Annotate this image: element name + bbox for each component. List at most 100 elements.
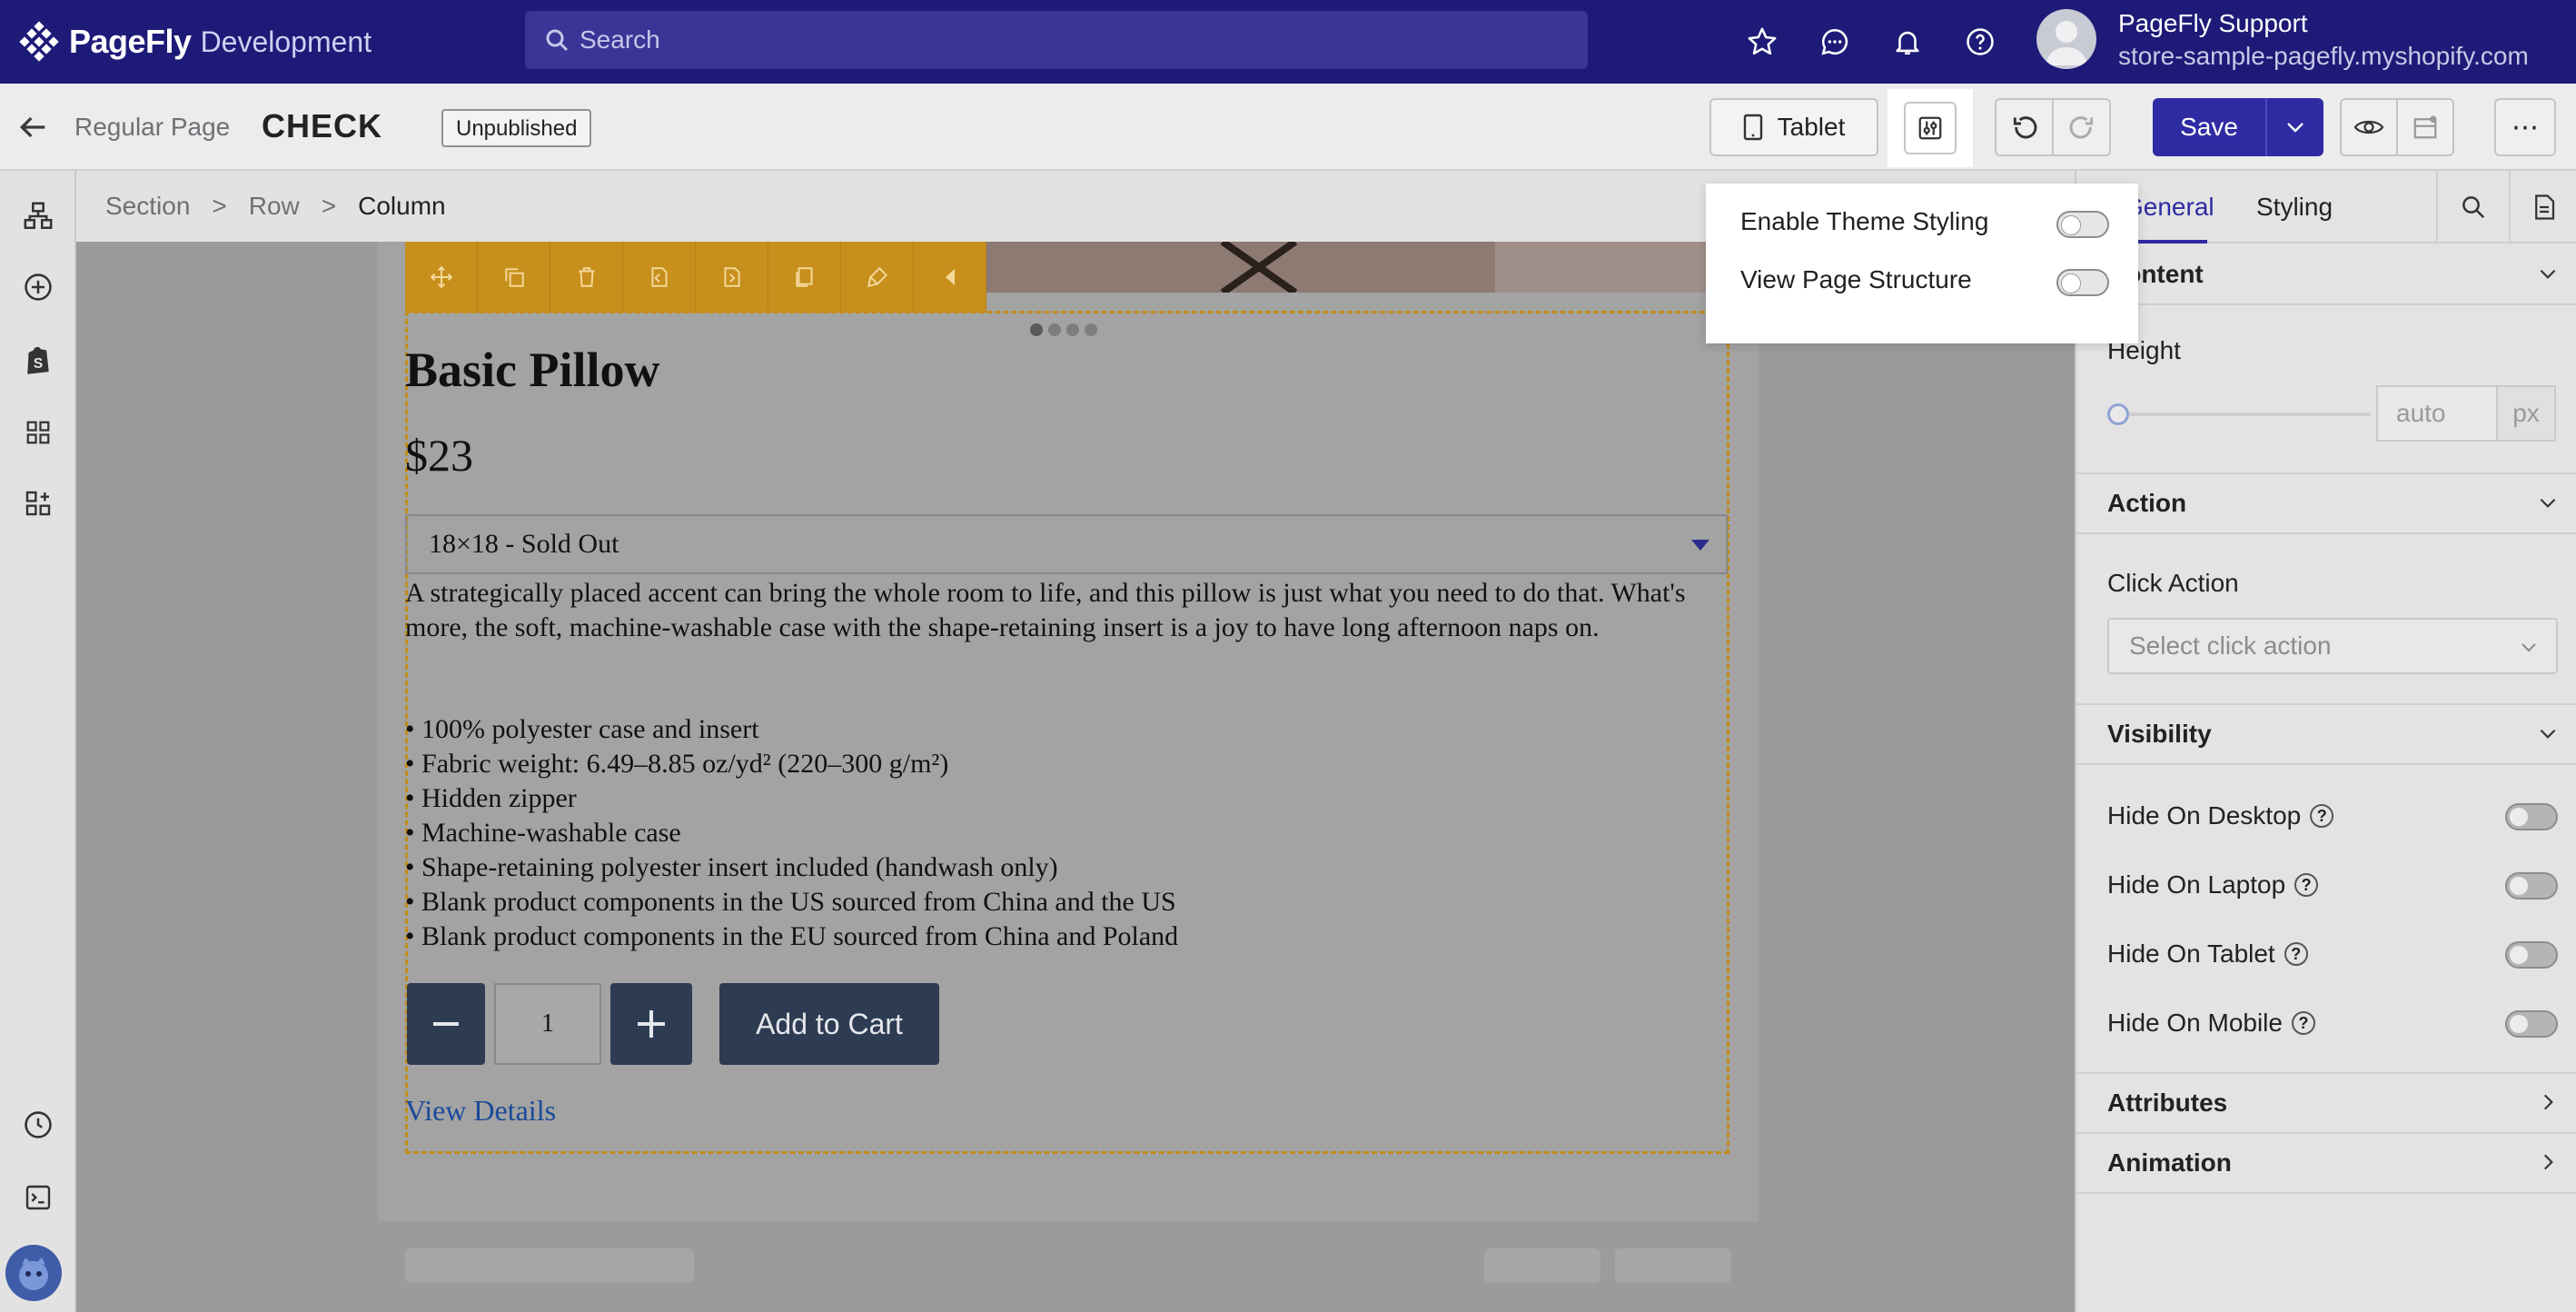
height-slider-handle[interactable] [2107, 403, 2129, 425]
action-heading: Action [2107, 489, 2187, 517]
properties-panel: General Styling Content Height auto px A… [2075, 171, 2576, 1312]
save-options-chevron-down-icon[interactable] [2267, 98, 2323, 156]
pagefly-logo-icon [19, 21, 59, 62]
hide-on-desktop-label: Hide On Desktop [2107, 801, 2302, 830]
variant-value: 18×18 - Sold Out [429, 529, 619, 559]
hide-on-mobile-toggle[interactable] [2505, 1010, 2558, 1038]
breadcrumb-item-column[interactable]: Column [358, 192, 445, 221]
paint-style-icon[interactable] [841, 242, 914, 313]
product-description[interactable]: A strategically placed accent can bring … [405, 576, 1731, 645]
hide-on-tablet-toggle[interactable] [2505, 941, 2558, 969]
variant-select[interactable]: 18×18 - Sold Out [405, 514, 1728, 574]
chat-icon[interactable] [1817, 24, 1853, 60]
duplicate-icon[interactable] [478, 242, 550, 313]
divider [2076, 303, 2576, 305]
list-item: • Fabric weight: 6.49–8.85 oz/yd² (220–3… [405, 749, 949, 779]
editor-canvas[interactable]: Basic Pillow $23 18×18 - Sold Out A stra… [78, 242, 2075, 1312]
view-page-structure-label: View Page Structure [1740, 265, 1972, 293]
help-circle-icon[interactable]: ? [2284, 942, 2308, 966]
move-icon[interactable] [405, 242, 478, 313]
preview-group [2340, 98, 2454, 156]
height-slider-track[interactable] [2113, 412, 2371, 416]
divider [2076, 1192, 2576, 1194]
environment-name: Development [200, 25, 372, 58]
page-type: Regular Page [74, 113, 231, 141]
chevron-right-icon [2543, 1094, 2553, 1110]
history-clock-icon[interactable] [16, 1103, 60, 1147]
list-item: • Shape-retaining polyester insert inclu… [405, 852, 1058, 882]
device-label: Tablet [1777, 113, 1846, 141]
user-store[interactable]: store-sample-pagefly.myshopify.com [2118, 42, 2529, 71]
placeholder-bar [405, 1248, 694, 1283]
height-input[interactable]: auto [2376, 385, 2498, 442]
panel-page-icon[interactable] [2509, 171, 2576, 244]
section-header-animation[interactable]: Animation [2076, 1134, 2576, 1192]
section-header-content[interactable]: Content [2076, 245, 2576, 303]
redo-button[interactable] [2052, 100, 2109, 154]
chevron-down-icon [2522, 643, 2536, 652]
back-arrow-icon[interactable] [15, 109, 51, 145]
user-name[interactable]: PageFly Support [2118, 9, 2308, 38]
help-circle-icon[interactable]: ? [2294, 873, 2319, 897]
view-details-link[interactable]: View Details [405, 1094, 556, 1128]
quantity-input[interactable]: 1 [494, 983, 601, 1065]
help-circle-icon[interactable]: ? [2310, 804, 2334, 828]
hide-on-desktop-toggle[interactable] [2505, 803, 2558, 830]
chevron-down-icon [2540, 498, 2556, 508]
add-to-cart-button[interactable]: Add to Cart [719, 983, 939, 1065]
code-terminal-icon[interactable] [16, 1176, 60, 1219]
shopify-icon[interactable]: S [16, 338, 60, 382]
section-header-action[interactable]: Action [2076, 474, 2576, 532]
section-header-visibility[interactable]: Visibility [2076, 705, 2576, 763]
animation-heading: Animation [2107, 1148, 2232, 1177]
page-title[interactable]: CHECK [262, 107, 382, 145]
page-structure-icon[interactable] [16, 194, 60, 238]
height-unit[interactable]: px [2496, 385, 2556, 442]
search-input[interactable]: Search [525, 11, 1588, 69]
quantity-increase-button[interactable] [610, 983, 692, 1065]
undo-button[interactable] [1996, 100, 2052, 154]
left-sidebar: S [0, 171, 76, 1312]
product-title[interactable]: Basic Pillow [405, 342, 660, 398]
view-page-structure-toggle[interactable] [2056, 269, 2109, 296]
top-bar: PageFly Development Search PageFly Suppo… [0, 0, 2576, 84]
delete-icon[interactable] [550, 242, 623, 313]
breadcrumb-item-section[interactable]: Section [105, 192, 190, 221]
save-button[interactable]: Save [2153, 98, 2267, 156]
chevron-right-icon [2543, 1154, 2553, 1170]
product-features[interactable]: • 100% polyester case and insert • Fabri… [405, 712, 1178, 954]
export-icon[interactable] [696, 242, 768, 313]
preview-eye-icon[interactable] [2342, 100, 2396, 154]
collapse-toolbar-icon[interactable] [914, 242, 986, 313]
click-action-select[interactable]: Select click action [2107, 618, 2558, 674]
help-icon[interactable] [1962, 24, 1998, 60]
quantity-decrease-button[interactable] [407, 983, 485, 1065]
panel-search-icon[interactable] [2436, 171, 2509, 244]
enable-theme-styling-toggle[interactable] [2056, 211, 2109, 238]
hide-on-laptop-label: Hide On Laptop [2107, 870, 2286, 899]
list-item: • Blank product components in the EU sou… [405, 921, 1179, 951]
pagefly-logo[interactable]: PageFly Development [18, 18, 372, 65]
copy-style-icon[interactable] [768, 242, 841, 313]
more-options-icon[interactable]: ⋯ [2494, 98, 2556, 156]
help-circle-icon[interactable]: ? [2291, 1011, 2315, 1035]
redo-icon [2069, 116, 2093, 139]
publish-layout-icon[interactable] [2396, 100, 2452, 154]
apps-add-icon[interactable] [16, 482, 60, 525]
sections-grid-icon[interactable] [16, 411, 60, 454]
assistant-bot-icon[interactable] [5, 1245, 62, 1301]
avatar[interactable] [2036, 9, 2096, 69]
bell-icon[interactable] [1889, 24, 1926, 60]
page-settings-button[interactable] [1887, 89, 1973, 167]
save-as-snippet-icon[interactable] [623, 242, 696, 313]
device-switcher[interactable]: Tablet [1709, 98, 1878, 156]
section-header-attributes[interactable]: Attributes [2076, 1074, 2576, 1132]
add-element-icon[interactable] [16, 265, 60, 309]
placeholder-bar [1615, 1248, 1731, 1283]
breadcrumb-item-row[interactable]: Row [249, 192, 300, 221]
hide-on-laptop-toggle[interactable] [2505, 872, 2558, 900]
page-settings-popover: Enable Theme Styling View Page Structure [1706, 184, 2138, 343]
product-price[interactable]: $23 [405, 429, 473, 482]
star-icon[interactable] [1744, 24, 1780, 60]
tab-styling[interactable]: Styling [2256, 193, 2333, 222]
